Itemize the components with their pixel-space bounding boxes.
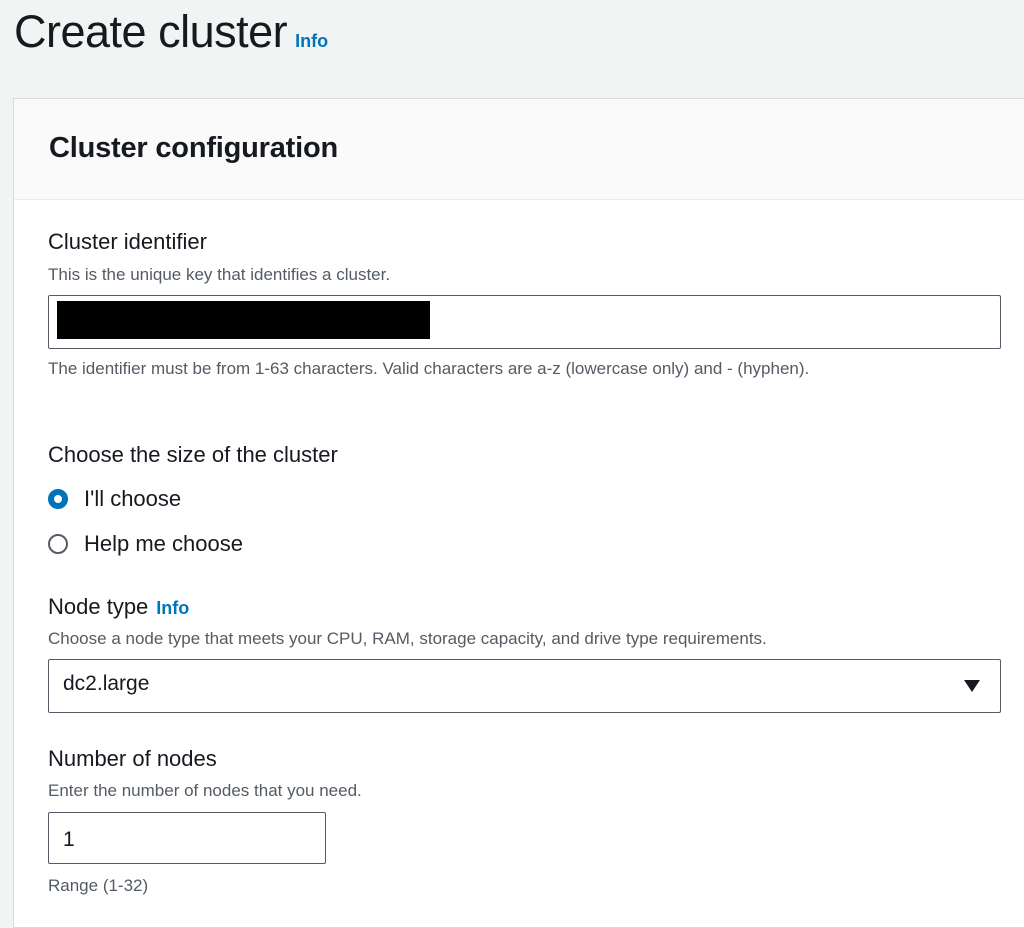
- cluster-identifier-hint: The identifier must be from 1-63 charact…: [48, 359, 810, 378]
- cluster-identifier-description: This is the unique key that identifies a…: [48, 265, 391, 284]
- radio-help-me-choose-control[interactable]: [48, 534, 68, 554]
- page-header: Create cluster Info: [14, 6, 328, 58]
- cluster-identifier-input[interactable]: [48, 295, 1001, 349]
- radio-help-me-choose[interactable]: Help me choose: [48, 531, 243, 557]
- page-title: Create cluster: [14, 6, 288, 57]
- number-of-nodes-hint: Range (1-32): [48, 876, 149, 895]
- cluster-configuration-panel: Cluster configuration: [13, 98, 1024, 928]
- caret-down-icon: [964, 680, 980, 692]
- node-type-label-row: Node type Info: [48, 594, 189, 620]
- number-of-nodes-input[interactable]: 1: [48, 812, 326, 864]
- node-type-selected-value: dc2.large: [63, 672, 150, 695]
- cluster-identifier-label: Cluster identifier: [48, 229, 207, 254]
- cluster-size-label: Choose the size of the cluster: [48, 442, 338, 467]
- radio-ill-choose[interactable]: I'll choose: [48, 486, 181, 512]
- number-of-nodes-value: 1: [63, 828, 75, 851]
- panel-header: Cluster configuration: [14, 99, 1024, 200]
- number-of-nodes-label: Number of nodes: [48, 746, 217, 771]
- number-of-nodes-description: Enter the number of nodes that you need.: [48, 781, 362, 800]
- radio-help-me-choose-label: Help me choose: [84, 531, 243, 556]
- radio-ill-choose-control[interactable]: [48, 489, 68, 509]
- node-type-info-link[interactable]: Info: [156, 598, 189, 619]
- radio-ill-choose-label: I'll choose: [84, 486, 182, 511]
- node-type-label: Node type: [48, 594, 149, 619]
- node-type-description: Choose a node type that meets your CPU, …: [48, 629, 767, 648]
- panel-title: Cluster configuration: [49, 132, 339, 164]
- page-info-link[interactable]: Info: [295, 31, 328, 52]
- node-type-select[interactable]: dc2.large: [48, 659, 1001, 713]
- redacted-value: [57, 301, 430, 339]
